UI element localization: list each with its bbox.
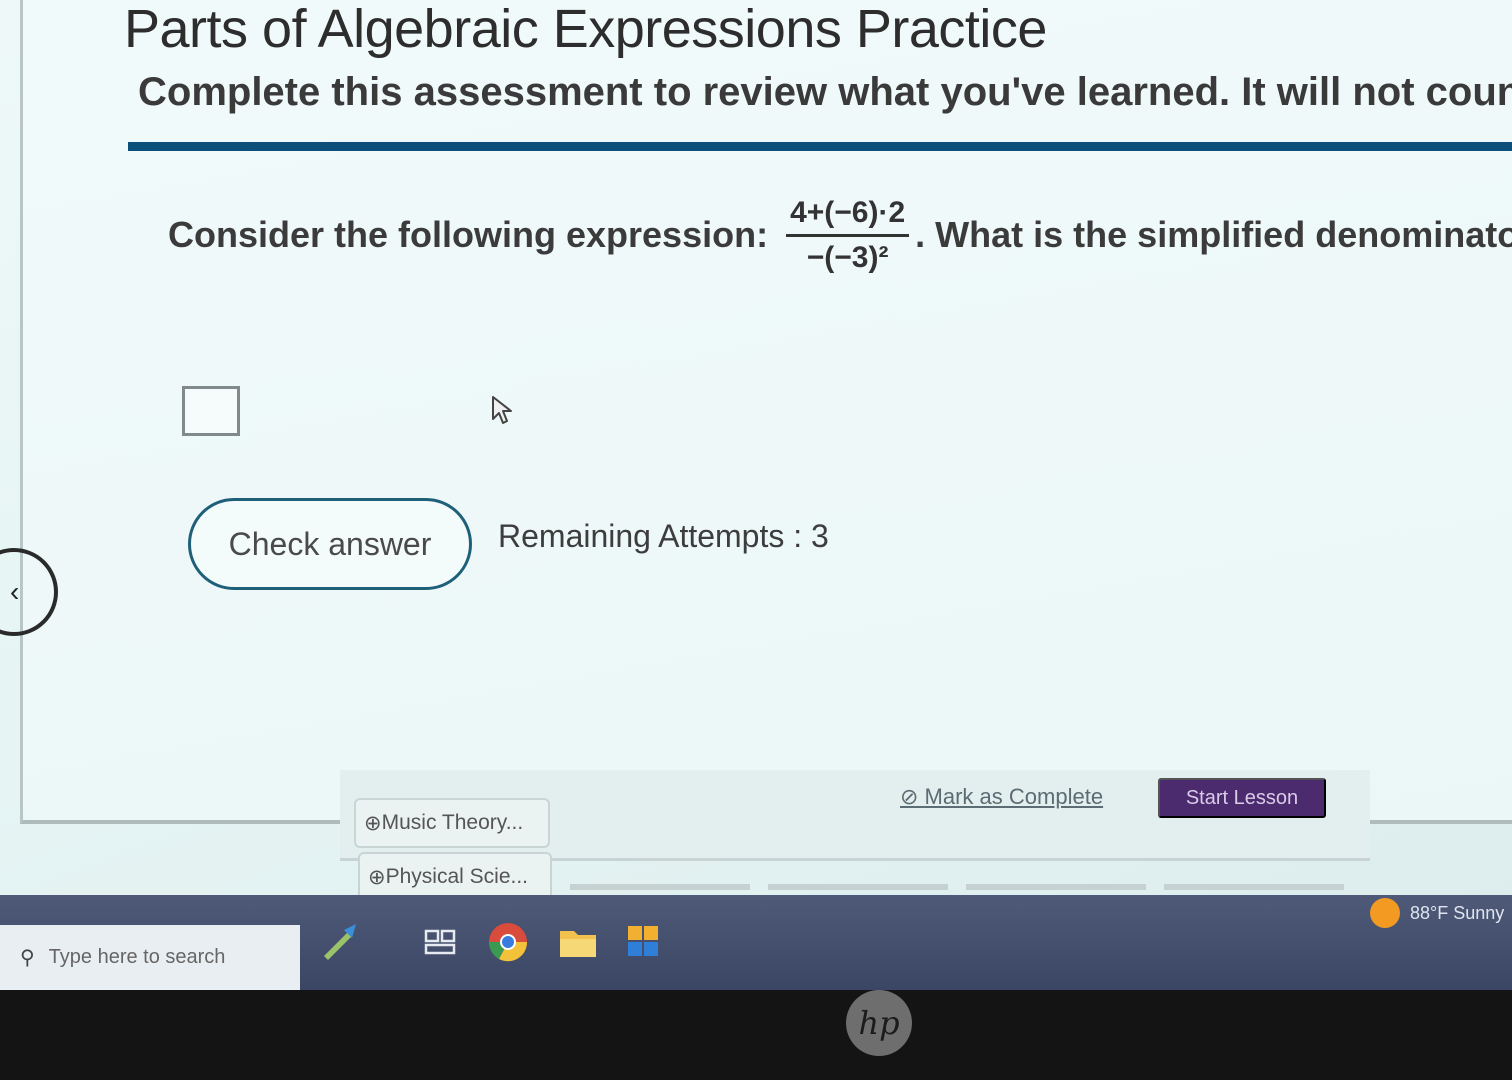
- screen: Parts of Algebraic Expressions Practice …: [0, 0, 1512, 990]
- mark-as-complete-link[interactable]: ⊘ Mark as Complete: [900, 784, 1103, 810]
- sun-icon: [1370, 898, 1400, 928]
- page-title: Parts of Algebraic Expressions Practice: [124, 0, 1047, 59]
- page-subtitle: Complete this assessment to review what …: [138, 70, 1512, 114]
- plus-circle-icon: ⊕: [368, 865, 386, 889]
- lesson-tab-label: Music Theory...: [381, 811, 524, 834]
- weather-text: 88°F Sunny: [1410, 902, 1505, 923]
- lesson-tab-music-theory[interactable]: ⊕ Music Theory...: [354, 798, 550, 848]
- check-answer-button[interactable]: Check answer: [188, 498, 472, 590]
- store-app-icon[interactable]: [622, 920, 666, 964]
- tab-divider: [768, 884, 948, 890]
- question-prefix: Consider the following expression:: [168, 214, 769, 255]
- mark-complete-label: Mark as Complete: [924, 784, 1104, 809]
- hp-logo: hp: [846, 990, 912, 1056]
- task-view-icon[interactable]: [418, 920, 462, 964]
- weather-widget[interactable]: 88°F Sunny: [1370, 898, 1504, 928]
- tab-divider: [1164, 884, 1344, 890]
- search-icon: ⚲: [20, 947, 35, 969]
- search-placeholder: Type here to search: [48, 946, 226, 968]
- plus-circle-icon: ⊕: [364, 811, 382, 835]
- start-lesson-button[interactable]: Start Lesson: [1158, 778, 1326, 818]
- assessment-card: [20, 0, 1512, 824]
- chrome-icon[interactable]: [486, 920, 530, 964]
- remaining-attempts: Remaining Attempts : 3: [498, 518, 829, 554]
- tab-divider: [570, 884, 750, 890]
- question-suffix: . What is the simplified denominator? (: [915, 214, 1512, 255]
- hp-logo-text: hp: [858, 1004, 900, 1042]
- file-explorer-icon[interactable]: [556, 920, 600, 964]
- check-circle-icon: ⊘: [900, 784, 925, 809]
- question-text: Consider the following expression: 4+(−6…: [168, 190, 1512, 280]
- mouse-pointer-icon: [492, 396, 512, 424]
- chevron-left-icon: ‹: [10, 576, 20, 607]
- lesson-tab-label: Physical Scie...: [385, 865, 528, 888]
- answer-input[interactable]: [182, 386, 240, 436]
- taskbar-search[interactable]: ⚲ Type here to search: [0, 925, 300, 990]
- header-divider: [128, 142, 1512, 151]
- pen-app-icon[interactable]: [318, 920, 362, 964]
- tab-divider: [966, 884, 1146, 890]
- fraction-denominator: −(−3)²: [806, 240, 889, 274]
- expression-fraction: 4+(−6)·2 −(−3)²: [786, 196, 910, 275]
- fraction-numerator: 4+(−6)·2: [786, 196, 910, 237]
